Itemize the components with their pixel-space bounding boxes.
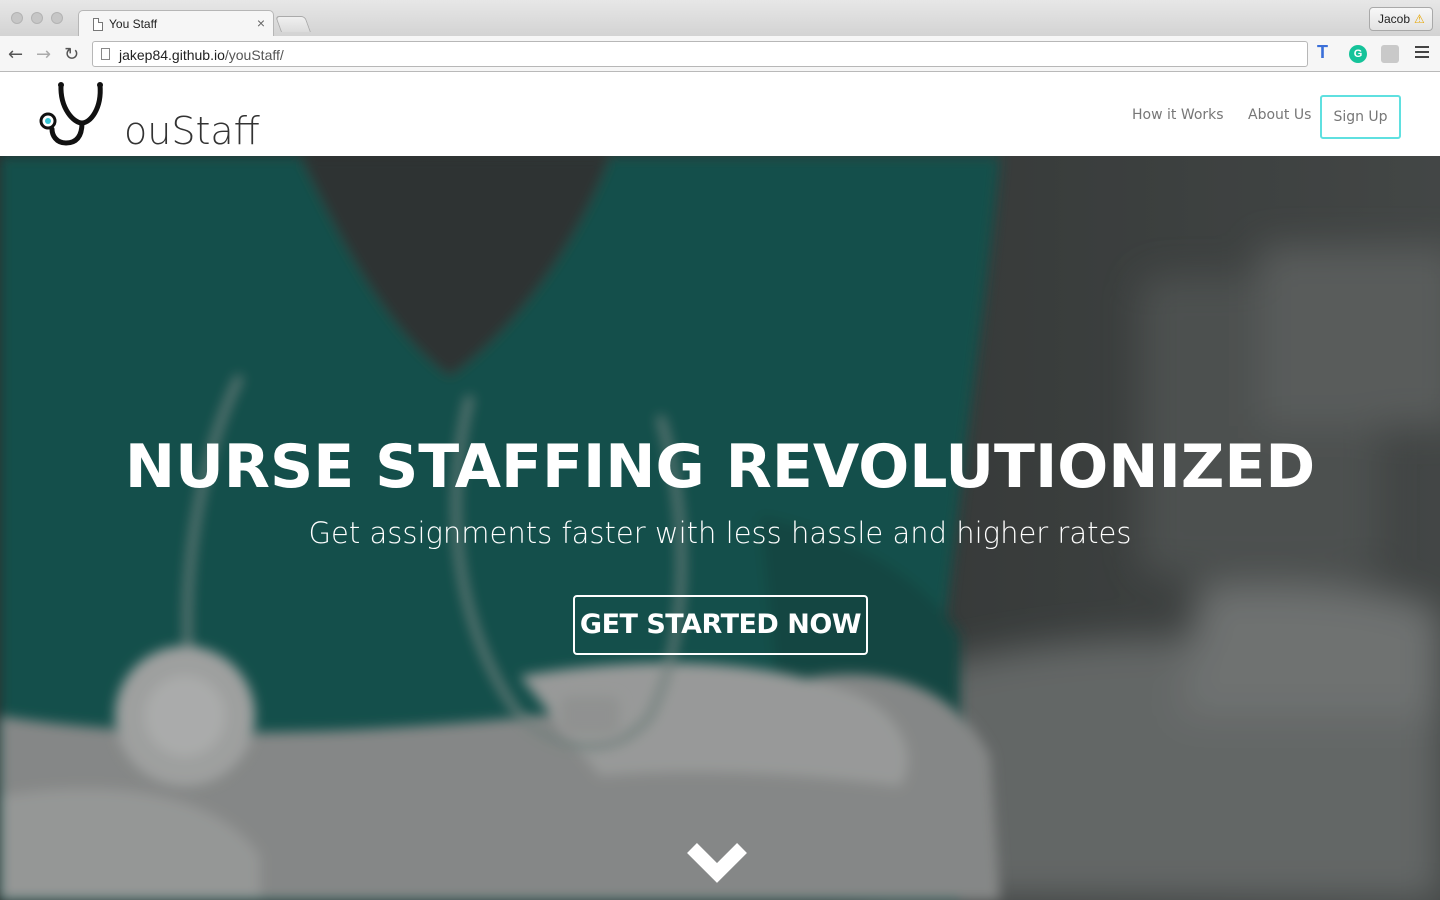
new-tab-button[interactable]	[275, 16, 311, 32]
profile-name: Jacob	[1378, 12, 1411, 26]
url-host: jakep84.github.io	[119, 47, 225, 63]
browser-toolbar: ← → ↻ jakep84.github.io/youStaff/ T G	[0, 36, 1440, 72]
url-path: /youStaff/	[224, 47, 284, 63]
youstaff-logo[interactable]: ouStaff	[38, 79, 260, 153]
warning-icon: ⚠	[1414, 12, 1425, 26]
maximize-window-icon[interactable]	[51, 12, 63, 24]
logo-text: ouStaff	[124, 109, 260, 153]
nav-how-it-works[interactable]: How it Works	[1132, 107, 1224, 123]
sign-up-button[interactable]: Sign Up	[1320, 95, 1401, 139]
tab-close-button[interactable]: ×	[257, 15, 265, 31]
grammarly-icon[interactable]: G	[1349, 45, 1367, 63]
chevron-down-icon[interactable]	[684, 840, 750, 886]
hero-section: NURSE STAFFING REVOLUTIONIZED Get assign…	[0, 156, 1440, 900]
browser-titlebar: You Staff × Jacob ⚠	[0, 0, 1440, 37]
get-started-button[interactable]: GET STARTED NOW	[573, 595, 868, 655]
reload-button[interactable]: ↻	[64, 44, 79, 65]
translate-icon[interactable]: T	[1317, 42, 1335, 62]
page-icon	[101, 48, 110, 60]
puzzle-icon[interactable]	[1381, 45, 1399, 63]
url-text[interactable]: jakep84.github.io/youStaff/	[119, 47, 284, 63]
back-button[interactable]: ←	[8, 44, 23, 65]
browser-menu-icon[interactable]	[1415, 46, 1429, 61]
browser-tab[interactable]: You Staff ×	[78, 10, 274, 37]
site-header: ouStaff How it Works About Us Sign Up	[0, 73, 1440, 156]
address-bar[interactable]: jakep84.github.io/youStaff/	[92, 41, 1308, 67]
page-icon	[93, 18, 103, 31]
tab-title: You Staff	[109, 17, 158, 31]
close-window-icon[interactable]	[11, 12, 23, 24]
nav-about-us[interactable]: About Us	[1248, 107, 1311, 123]
stethoscope-icon	[39, 82, 103, 146]
minimize-window-icon[interactable]	[31, 12, 43, 24]
hero-subtitle: Get assignments faster with less hassle …	[308, 516, 1132, 550]
forward-button[interactable]: →	[36, 44, 51, 65]
profile-button[interactable]: Jacob ⚠	[1369, 7, 1433, 31]
hero-title: NURSE STAFFING REVOLUTIONIZED	[124, 432, 1316, 502]
